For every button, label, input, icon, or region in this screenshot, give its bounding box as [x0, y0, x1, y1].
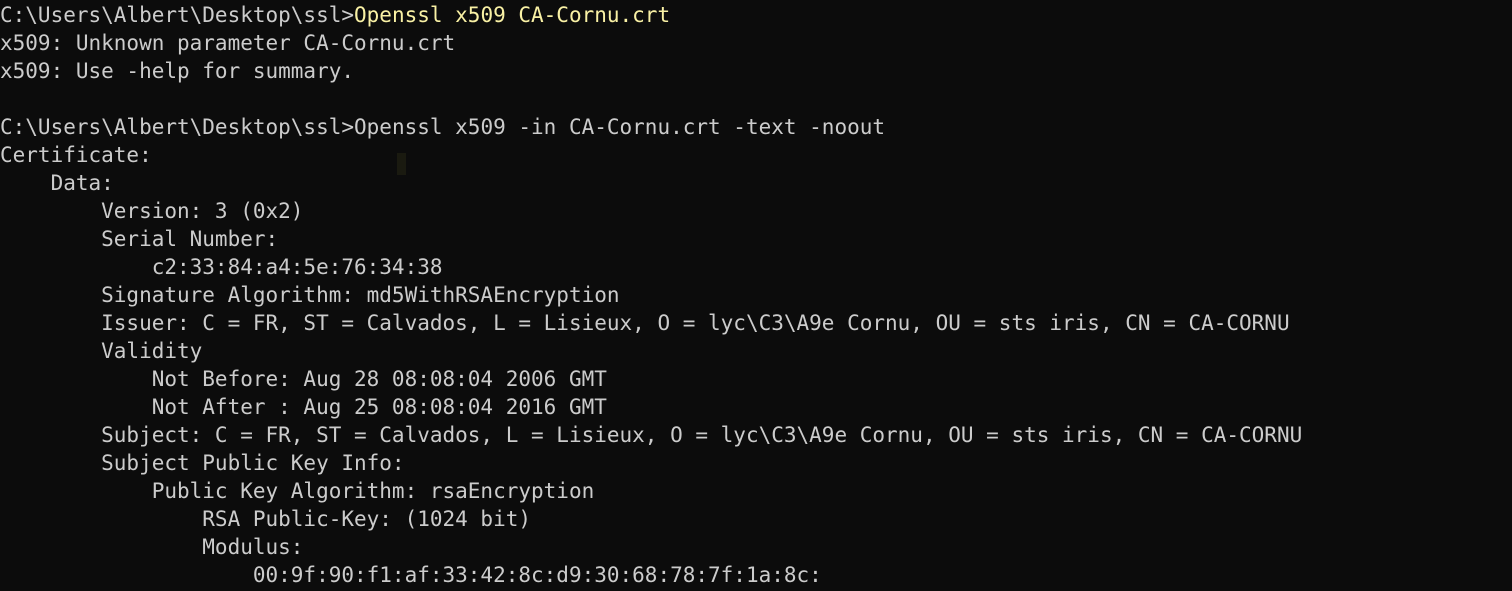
terminal-output-line: x509: Unknown parameter CA-Cornu.crt: [0, 31, 456, 55]
terminal-output-line: Signature Algorithm: md5WithRSAEncryptio…: [0, 283, 620, 307]
command-text: Openssl x509 CA-Cornu.crt: [354, 3, 671, 27]
terminal-output-line: Subject Public Key Info:: [0, 451, 405, 475]
terminal-output-line: Certificate:: [0, 143, 152, 167]
prompt-path: C:\Users\Albert\Desktop\ssl>: [0, 115, 355, 139]
terminal-line-prompt: C:\Users\Albert\Desktop\ssl>Openssl x509…: [0, 1, 1512, 29]
terminal-output-line: Issuer: C = FR, ST = Calvados, L = Lisie…: [0, 311, 1290, 335]
command-text: Openssl x509 -in CA-Cornu.crt -text -noo…: [354, 115, 886, 139]
terminal-output-line: Validity: [0, 339, 203, 363]
terminal-output-line: Modulus:: [0, 535, 304, 559]
terminal-output-line: Version: 3 (0x2): [0, 199, 304, 223]
terminal-output-line: Serial Number:: [0, 227, 279, 251]
terminal-output-line: c2:33:84:a4:5e:76:34:38: [0, 255, 443, 279]
terminal-output-line: 00:9f:90:f1:af:33:42:8c:d9:30:68:78:7f:1…: [0, 563, 822, 587]
terminal-output-line: RSA Public-Key: (1024 bit): [0, 507, 532, 531]
terminal-output-line: Not Before: Aug 28 08:08:04 2006 GMT: [0, 367, 607, 391]
text-cursor: [397, 153, 406, 175]
prompt-path: C:\Users\Albert\Desktop\ssl>: [0, 3, 355, 27]
terminal-output-line: Data:: [0, 171, 114, 195]
terminal-output-line: Subject: C = FR, ST = Calvados, L = Lisi…: [0, 423, 1303, 447]
terminal-window[interactable]: C:\Users\Albert\Desktop\ssl>Openssl x509…: [0, 0, 1512, 591]
terminal-line-prompt: C:\Users\Albert\Desktop\ssl>Openssl x509…: [0, 113, 1512, 141]
terminal-output-line: Public Key Algorithm: rsaEncryption: [0, 479, 595, 503]
terminal-output-line: x509: Use -help for summary.: [0, 59, 355, 83]
terminal-output-line: Not After : Aug 25 08:08:04 2016 GMT: [0, 395, 607, 419]
